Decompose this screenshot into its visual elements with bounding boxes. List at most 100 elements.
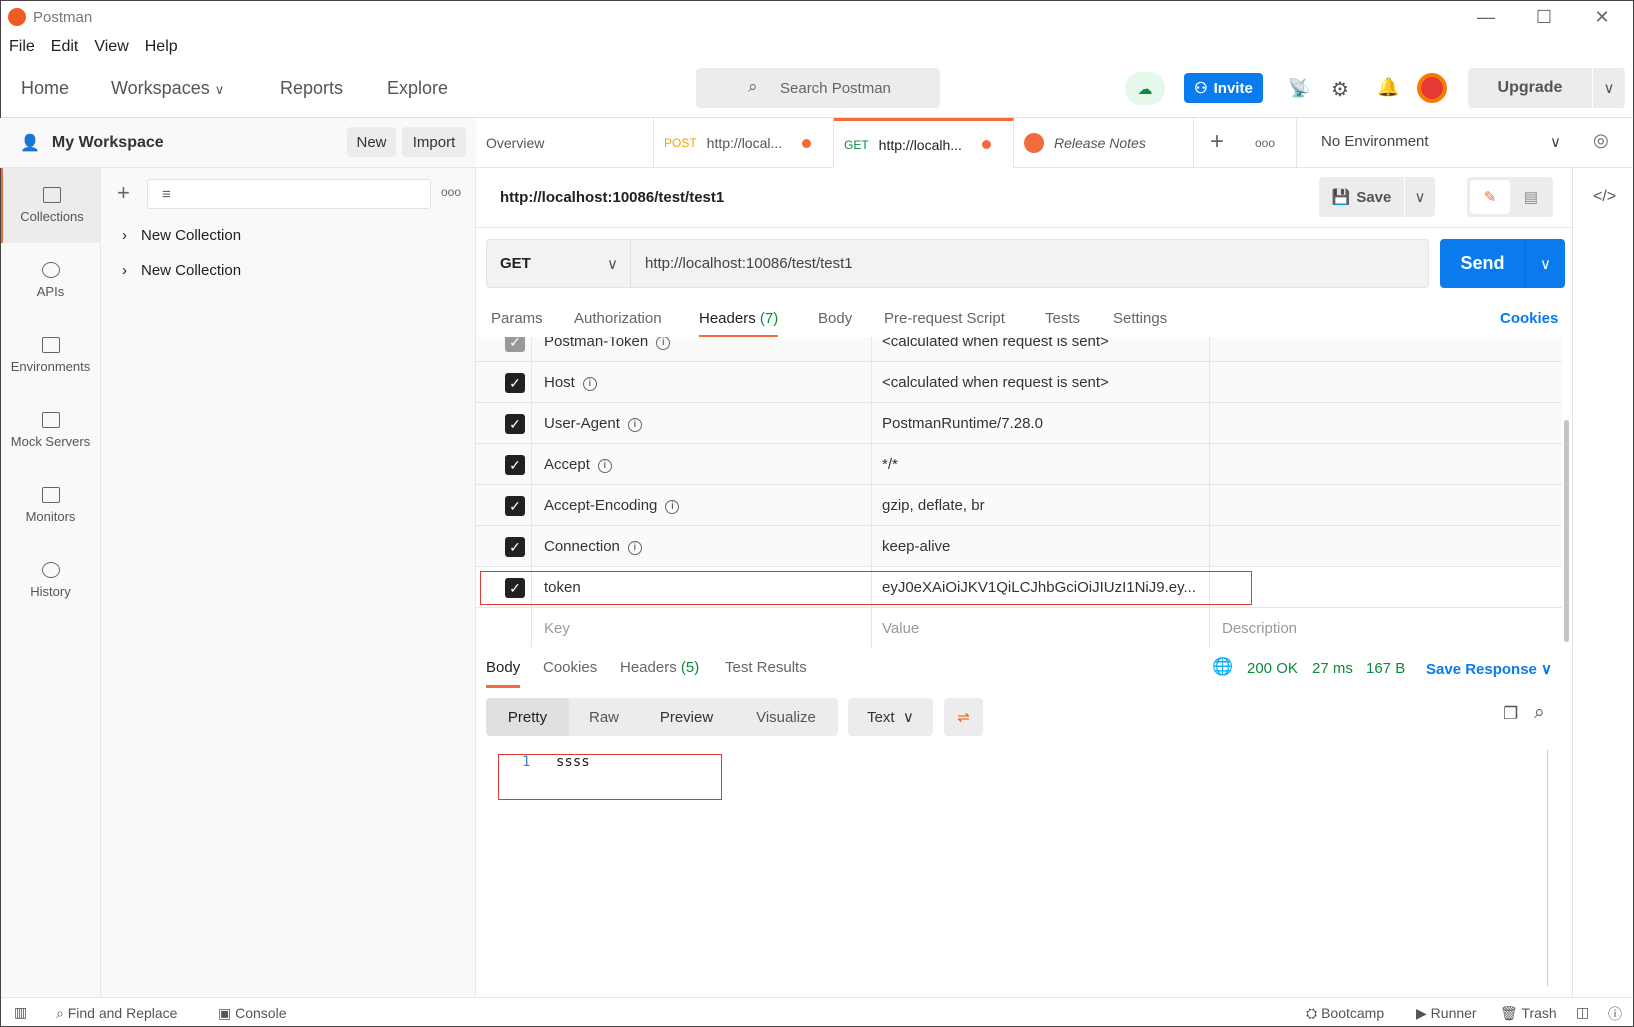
sidebar-item-mock-servers[interactable]: Mock Servers <box>0 393 101 468</box>
collection-item[interactable]: › New Collection <box>122 262 241 279</box>
enabled-checkbox[interactable]: ✓ <box>505 455 525 475</box>
close-button[interactable]: ✕ <box>1574 0 1630 34</box>
tab-params[interactable]: Params <box>491 310 543 327</box>
two-pane-icon[interactable]: ◫ <box>1576 1004 1589 1021</box>
save-response-button[interactable]: Save Response ∨ <box>1426 660 1552 678</box>
response-tab-body[interactable]: Body <box>486 659 521 688</box>
header-value[interactable]: keep-alive <box>882 538 950 555</box>
satellite-icon[interactable]: 📡 <box>1288 78 1310 99</box>
workspace-name[interactable]: My Workspace <box>52 134 164 152</box>
value-input[interactable]: Value <box>882 620 919 637</box>
search-response-icon[interactable]: ⌕ <box>1534 702 1545 724</box>
tab-body[interactable]: Body <box>818 310 852 327</box>
edit-pencil-icon[interactable]: ✎ <box>1470 180 1510 214</box>
send-button[interactable]: Send <box>1440 239 1525 288</box>
gear-icon[interactable]: ⚙ <box>1331 77 1349 102</box>
tab-get-request[interactable]: GET http://localh... <box>834 118 1014 168</box>
enabled-checkbox[interactable]: ✓ <box>505 537 525 557</box>
header-value[interactable]: <calculated when request is sent> <box>882 374 1109 391</box>
more-options-icon[interactable]: ooo <box>441 185 461 199</box>
help-icon[interactable]: ⓘ <box>1608 1004 1622 1024</box>
tab-headers[interactable]: Headers (7) <box>699 310 779 338</box>
view-visualize[interactable]: Visualize <box>734 698 838 736</box>
save-button[interactable]: 💾 Save <box>1319 177 1404 217</box>
menu-edit[interactable]: Edit <box>51 38 79 56</box>
collection-item[interactable]: › New Collection <box>122 227 241 244</box>
new-button[interactable]: New <box>347 127 396 157</box>
info-icon[interactable]: i <box>656 337 671 350</box>
add-collection-icon[interactable]: + <box>117 180 130 206</box>
toggle-sidebar-icon[interactable]: ▥ <box>14 1004 27 1021</box>
info-icon[interactable]: i <box>627 418 642 432</box>
nav-reports[interactable]: Reports <box>280 78 343 99</box>
method-select[interactable]: GET ∨ <box>486 239 631 288</box>
bell-icon[interactable]: 🔔 <box>1377 77 1399 98</box>
copy-icon[interactable]: ❐ <box>1503 704 1518 724</box>
send-dropdown-icon[interactable]: ∨ <box>1525 239 1565 288</box>
header-value[interactable]: <calculated when request is sent> <box>882 337 1109 350</box>
search-input[interactable]: ⌕ Search Postman <box>696 68 940 108</box>
tab-settings[interactable]: Settings <box>1113 310 1167 327</box>
info-icon[interactable]: i <box>627 541 642 555</box>
header-key[interactable]: Postman-Token i <box>544 337 671 350</box>
url-input[interactable]: http://localhost:10086/test/test1 <box>645 255 853 272</box>
format-select[interactable]: Text ∨ <box>848 698 933 736</box>
new-tab-icon[interactable]: + <box>1210 128 1224 156</box>
tab-options-icon[interactable]: ooo <box>1255 136 1275 150</box>
view-raw[interactable]: Raw <box>569 698 639 736</box>
filter-input[interactable]: ≡ <box>147 179 431 209</box>
code-icon[interactable]: </> <box>1593 188 1616 206</box>
maximize-button[interactable]: ☐ <box>1516 0 1572 34</box>
minimize-button[interactable]: — <box>1458 0 1514 34</box>
trash-button[interactable]: 🗑 Trash <box>1500 1005 1557 1022</box>
cookies-link[interactable]: Cookies <box>1500 310 1558 327</box>
nav-home[interactable]: Home <box>21 78 69 99</box>
sidebar-item-apis[interactable]: APIs <box>0 243 101 318</box>
import-button[interactable]: Import <box>402 127 466 157</box>
response-tab-cookies[interactable]: Cookies <box>543 659 597 676</box>
description-input[interactable]: Description <box>1222 620 1297 637</box>
menu-view[interactable]: View <box>94 38 128 56</box>
header-key[interactable]: Connection i <box>544 538 642 555</box>
upgrade-dropdown-icon[interactable]: ∨ <box>1593 68 1625 108</box>
enabled-checkbox[interactable]: ✓ <box>505 496 525 516</box>
eye-icon[interactable]: ◎ <box>1593 130 1609 151</box>
bootcamp-button[interactable]: ⛭ Bootcamp <box>1306 1005 1384 1022</box>
upgrade-button[interactable]: Upgrade <box>1468 68 1592 108</box>
scrollbar[interactable] <box>1564 420 1569 642</box>
view-preview[interactable]: Preview <box>639 698 734 736</box>
save-dropdown-icon[interactable]: ∨ <box>1405 177 1435 217</box>
header-value[interactable]: gzip, deflate, br <box>882 497 985 514</box>
header-key[interactable]: Host i <box>544 374 597 391</box>
info-icon[interactable]: i <box>582 377 597 391</box>
tab-release-notes[interactable]: Release Notes <box>1014 118 1194 168</box>
runner-button[interactable]: ▶ Runner <box>1416 1005 1477 1022</box>
header-key[interactable]: User-Agent i <box>544 415 642 432</box>
tab-pre-request-script[interactable]: Pre-request Script <box>884 310 1005 327</box>
invite-button[interactable]: ⚇ Invite <box>1184 73 1263 103</box>
response-tab-test-results[interactable]: Test Results <box>725 659 807 676</box>
find-replace-button[interactable]: ⌕ Find and Replace <box>56 1005 177 1022</box>
editor-scrollbar[interactable] <box>1547 750 1548 986</box>
sidebar-item-environments[interactable]: Environments <box>0 318 101 393</box>
enabled-checkbox[interactable]: ✓ <box>505 373 525 393</box>
sidebar-item-collections[interactable]: Collections <box>0 168 101 243</box>
header-key[interactable]: Accept i <box>544 456 612 473</box>
tab-tests[interactable]: Tests <box>1045 310 1080 327</box>
view-pretty[interactable]: Pretty <box>486 698 569 736</box>
comments-icon[interactable]: ▤ <box>1512 180 1550 214</box>
request-title[interactable]: http://localhost:10086/test/test1 <box>500 189 724 206</box>
sidebar-item-history[interactable]: History <box>0 543 101 618</box>
enabled-checkbox[interactable]: ✓ <box>505 337 525 352</box>
enabled-checkbox[interactable]: ✓ <box>505 414 525 434</box>
nav-explore[interactable]: Explore <box>387 78 448 99</box>
environment-select[interactable]: No Environment ∨ <box>1321 133 1561 151</box>
header-value[interactable]: PostmanRuntime/7.28.0 <box>882 415 1043 432</box>
key-input[interactable]: Key <box>544 620 570 637</box>
menu-file[interactable]: File <box>9 38 35 56</box>
wrap-lines-icon[interactable]: ⇌ <box>944 698 983 736</box>
console-button[interactable]: ▣ Console <box>218 1005 287 1022</box>
menu-help[interactable]: Help <box>145 38 178 56</box>
tab-post-request[interactable]: POST http://local... <box>654 118 834 168</box>
sidebar-item-monitors[interactable]: Monitors <box>0 468 101 543</box>
